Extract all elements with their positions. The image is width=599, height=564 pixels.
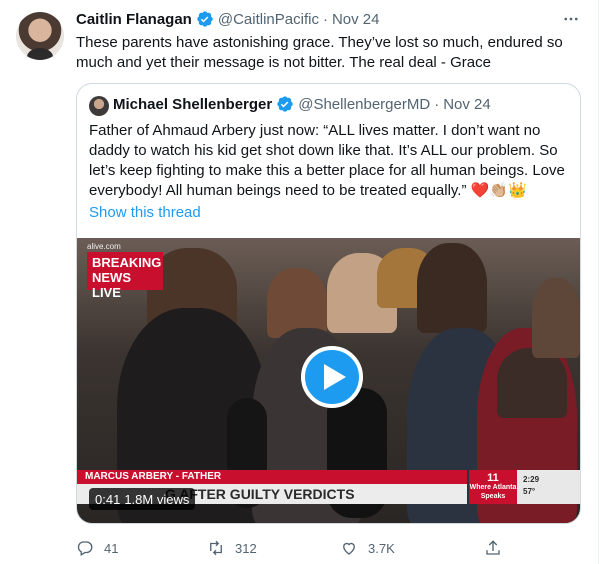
lower-third-name: MARCUS ARBERY - FATHER xyxy=(77,470,467,484)
quoted-tweet[interactable]: Michael Shellenberger @ShellenbergerMD ·… xyxy=(76,83,581,524)
video-duration: 0:41 xyxy=(95,491,121,507)
verified-icon xyxy=(277,96,293,112)
separator-dot: · xyxy=(434,95,440,113)
breaking-line2: NEWS LIVE xyxy=(92,270,131,300)
clock-readout: 2:29 xyxy=(523,475,540,484)
share-button[interactable] xyxy=(484,539,502,557)
author-avatar[interactable] xyxy=(16,12,64,60)
share-icon xyxy=(486,540,500,555)
tweet-header: Caitlin Flanagan @CaitlinPacific · Nov 2… xyxy=(76,8,379,30)
tweet-text: These parents have astonishing grace. Th… xyxy=(76,34,563,71)
play-icon[interactable] xyxy=(301,346,363,408)
emoji-heart-clap-crown: ❤️👏🏼👑 xyxy=(470,182,527,199)
like-button[interactable]: 3.7K xyxy=(340,539,395,557)
show-thread-link[interactable]: Show this thread xyxy=(89,204,201,221)
quoted-tweet-text: Father of Ahmaud Arbery just now: “ALL l… xyxy=(89,121,569,201)
quoted-timestamp: Nov 24 xyxy=(443,95,491,113)
more-icon[interactable] xyxy=(561,9,581,29)
channel-logo-mark: 11 xyxy=(487,472,499,484)
breaking-line1: BREAKING xyxy=(92,255,162,270)
tweet-timestamp[interactable]: Nov 24 xyxy=(332,11,380,28)
weather-box: 2:29 57° xyxy=(517,470,580,504)
like-icon xyxy=(343,542,355,555)
quoted-author-handle: @ShellenbergerMD xyxy=(298,95,431,113)
channel-logo: 11 Where Atlanta Speaks xyxy=(469,470,517,504)
reply-count: 41 xyxy=(104,540,119,556)
quoted-tweet-header: Michael Shellenberger @ShellenbergerMD ·… xyxy=(113,95,491,113)
separator-dot: · xyxy=(322,10,328,28)
like-count: 3.7K xyxy=(368,540,395,556)
author-name[interactable]: Caitlin Flanagan xyxy=(76,11,192,28)
reply-button[interactable]: 41 xyxy=(76,539,118,557)
tweet-actions: 41 312 3.7K xyxy=(76,536,506,560)
quoted-author-avatar xyxy=(89,96,109,116)
reply-icon xyxy=(77,541,93,556)
retweet-icon xyxy=(210,540,222,556)
video-url-overlay: alive.com xyxy=(87,242,121,251)
breaking-news-bug: BREAKING NEWS LIVE xyxy=(87,252,163,300)
video-stats-badge: 0:41 1.8M views xyxy=(89,488,196,510)
video-player[interactable]: alive.com BREAKING NEWS LIVE MARCUS ARBE… xyxy=(77,238,580,523)
author-handle[interactable]: @CaitlinPacific xyxy=(218,11,319,28)
quoted-author-name: Michael Shellenberger xyxy=(113,95,273,113)
verified-icon xyxy=(197,11,213,27)
temperature-readout: 57° xyxy=(523,487,536,496)
retweet-button[interactable]: 312 xyxy=(207,539,257,557)
video-views: 1.8M views xyxy=(124,491,190,507)
retweet-count: 312 xyxy=(235,540,257,556)
channel-tagline: Where Atlanta Speaks xyxy=(469,484,517,500)
